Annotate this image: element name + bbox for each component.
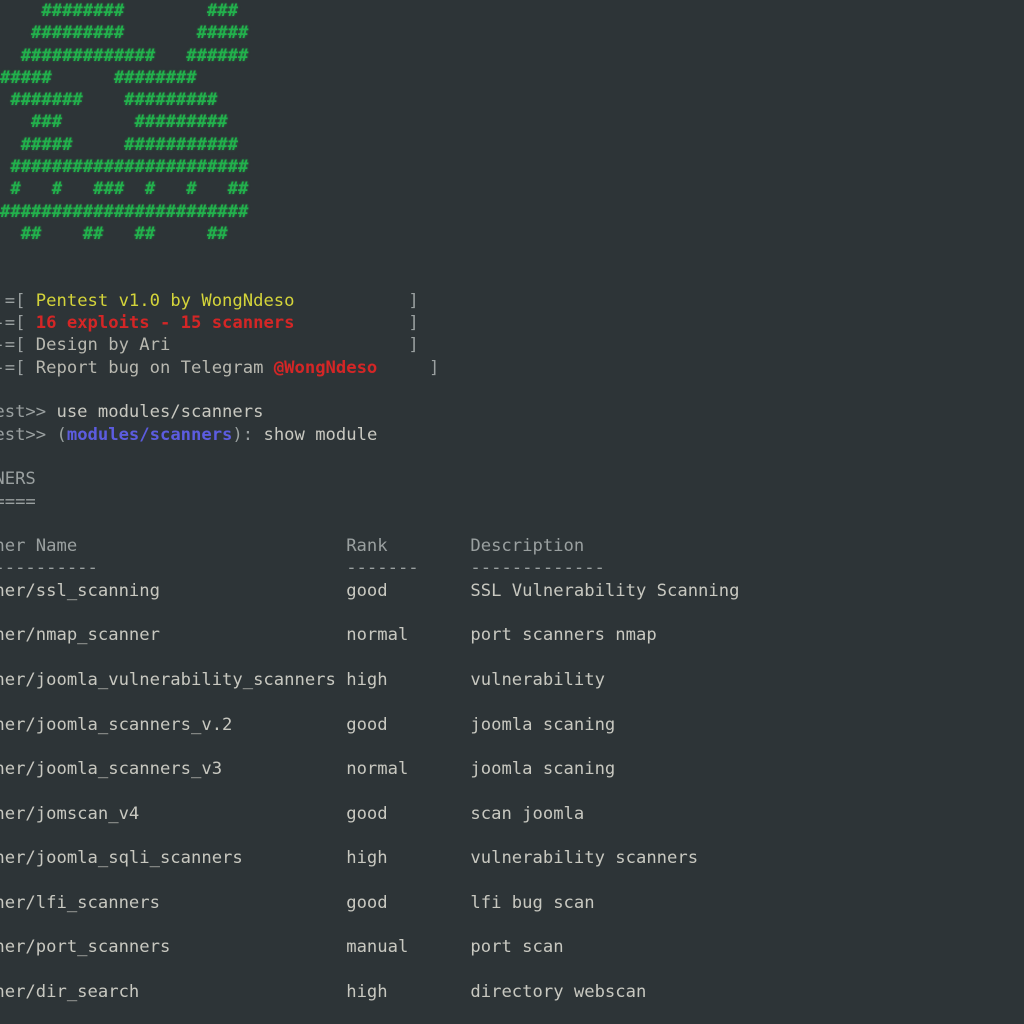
cell-rank: good (346, 892, 471, 913)
command-line-show: Pentest>> (modules/scanners): show modul… (0, 424, 378, 445)
cell-rank: good (346, 803, 471, 824)
banner-info-block: =[ Pentest v1.0 by WongNdeso ] -- --=[ 1… (0, 245, 1024, 379)
cell-rank: manual (346, 937, 471, 958)
cell-description: vulnerability scanners (470, 848, 699, 869)
module-table: Scanner Name Rank Description ----------… (0, 513, 1024, 1024)
cell-scanner-name: scanner/ssl_scanning (0, 580, 160, 601)
cell-rank: normal (346, 625, 471, 646)
table-row[interactable]: scanner/lfi_scanners good lfi bug scan (0, 892, 1024, 914)
table-row[interactable]: scanner/joomla_sqli_scanners high vulner… (0, 847, 1024, 869)
cell-rank: high (346, 848, 471, 869)
cell-rank: normal (346, 759, 471, 780)
table-row[interactable]: scanner/port_scanners manual port scan (0, 936, 1024, 958)
table-row[interactable]: scanner/nmap_scanner normal port scanner… (0, 624, 1024, 646)
cell-description: lfi bug scan (470, 892, 595, 913)
terminal-scroll-content: ######## ### ######### ##### ###########… (0, 0, 1024, 1024)
cell-description: joomla scaning (470, 714, 616, 735)
table-row[interactable]: scanner/jomscan_v4 good scan joomla (0, 803, 1024, 825)
table-row[interactable]: scanner/dir_search high directory websca… (0, 981, 1024, 1003)
table-row[interactable]: scanner/joomla_vulnerability_scanners hi… (0, 669, 1024, 691)
cell-scanner-name: scanner/joomla_sqli_scanners (0, 848, 243, 869)
cell-scanner-name: scanner/port_scanners (0, 937, 171, 958)
section-title: SCANNERS (0, 469, 36, 490)
table-row[interactable]: scanner/joomla_scanners_v.2 good joomla … (0, 714, 1024, 736)
cell-scanner-name: scanner/dir_search (0, 982, 140, 1003)
cell-description: port scan (470, 937, 564, 958)
cell-description: SSL Vulnerability Scanning (470, 580, 740, 601)
terminal-window[interactable]: ######## ### ######### ##### ###########… (0, 0, 1024, 1024)
section-heading: SCANNERS======== (0, 446, 1024, 513)
cell-scanner-name: scanner/joomla_scanners_v.2 (0, 714, 233, 735)
cell-scanner-name: scanner/joomla_vulnerability_scanners (0, 669, 336, 690)
table-row[interactable]: scanner/joomla_scanners_v3 normal joomla… (0, 758, 1024, 780)
cell-rank: good (346, 580, 471, 601)
cell-description: port scanners nmap (470, 625, 657, 646)
table-separator-row: -------------- ------- ------------- (0, 558, 605, 579)
cell-scanner-name: scanner/joomla_scanners_v3 (0, 759, 223, 780)
command-line-use: Pentest>> use modules/scanners (0, 402, 264, 423)
table-row[interactable]: scanner/ssl_scanning good SSL Vulnerabil… (0, 580, 1024, 602)
cell-scanner-name: scanner/nmap_scanner (0, 625, 160, 646)
cell-scanner-name: scanner/jomscan_v4 (0, 803, 140, 824)
section-underline: ======== (0, 491, 36, 512)
table-body: scanner/ssl_scanning good SSL Vulnerabil… (0, 580, 1024, 1024)
table-header-row: Scanner Name Rank Description (0, 536, 585, 557)
banner-line-title: =[ Pentest v1.0 by WongNdeso ] (4, 290, 419, 311)
banner-line-design: -- --=[ Design by Ari ] (0, 335, 419, 356)
cell-scanner-name: scanner/lfi_scanners (0, 892, 160, 913)
cell-rank: high (346, 669, 471, 690)
cell-description: scan joomla (470, 803, 585, 824)
ascii-art-banner: ######## ### ######### ##### ###########… (0, 1, 249, 244)
banner-line-counts: -- --=[ 16 exploits - 15 scanners ] (0, 313, 419, 334)
cell-rank: good (346, 714, 471, 735)
command-history: Pentest>> use modules/scanners Pentest>>… (0, 379, 1024, 446)
cell-description: joomla scaning (470, 759, 616, 780)
cell-description: vulnerability (470, 669, 605, 690)
cell-description: directory webscan (470, 982, 647, 1003)
banner-line-telegram: -- --=[ Report bug on Telegram @WongNdes… (0, 357, 440, 378)
cell-rank: high (346, 982, 471, 1003)
